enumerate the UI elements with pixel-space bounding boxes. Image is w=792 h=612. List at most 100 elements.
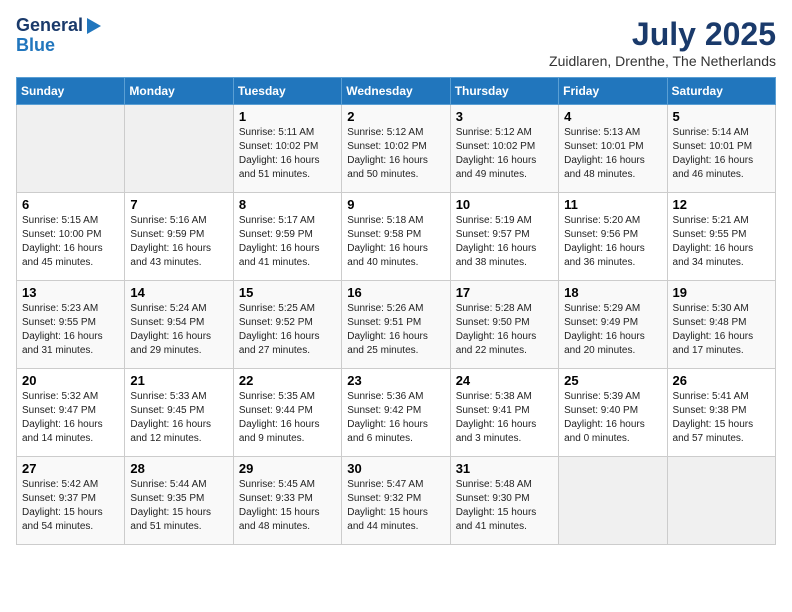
day-number: 27 — [22, 461, 119, 476]
week-row-3: 13 Sunrise: 5:23 AMSunset: 9:55 PMDayligh… — [17, 281, 776, 369]
day-number: 11 — [564, 197, 661, 212]
logo-line1: General — [16, 16, 83, 36]
calendar-cell: 15 Sunrise: 5:25 AMSunset: 9:52 PMDayligh… — [233, 281, 341, 369]
day-number: 6 — [22, 197, 119, 212]
day-info: Sunrise: 5:16 AMSunset: 9:59 PMDaylight:… — [130, 214, 227, 270]
weekday-header-thursday: Thursday — [450, 78, 558, 105]
day-number: 10 — [456, 197, 553, 212]
day-number: 30 — [347, 461, 444, 476]
calendar-cell: 24 Sunrise: 5:38 AMSunset: 9:41 PMDayligh… — [450, 369, 558, 457]
day-info: Sunrise: 5:13 AMSunset: 10:01 PMDaylight… — [564, 126, 661, 182]
month-title: July 2025 — [549, 16, 776, 53]
day-number: 21 — [130, 373, 227, 388]
day-info: Sunrise: 5:18 AMSunset: 9:58 PMDaylight:… — [347, 214, 444, 270]
weekday-header-monday: Monday — [125, 78, 233, 105]
day-info: Sunrise: 5:25 AMSunset: 9:52 PMDaylight:… — [239, 302, 336, 358]
week-row-5: 27Sunrise: 5:42 AMSunset: 9:37 PMDayligh… — [17, 457, 776, 545]
weekday-header-tuesday: Tuesday — [233, 78, 341, 105]
calendar-cell — [667, 457, 775, 545]
calendar-cell: 9 Sunrise: 5:18 AMSunset: 9:58 PMDaylight… — [342, 193, 450, 281]
day-info: Sunrise: 5:26 AMSunset: 9:51 PMDaylight:… — [347, 302, 444, 358]
calendar-cell — [125, 105, 233, 193]
week-row-2: 6Sunrise: 5:15 AMSunset: 10:00 PMDayligh… — [17, 193, 776, 281]
day-info: Sunrise: 5:11 AMSunset: 10:02 PMDaylight… — [239, 126, 336, 182]
calendar-cell — [559, 457, 667, 545]
calendar-cell: 29 Sunrise: 5:45 AMSunset: 9:33 PMDayligh… — [233, 457, 341, 545]
day-number: 22 — [239, 373, 336, 388]
logo-line2: Blue — [16, 36, 55, 56]
day-info: Sunrise: 5:19 AMSunset: 9:57 PMDaylight:… — [456, 214, 553, 270]
day-info: Sunrise: 5:36 AMSunset: 9:42 PMDaylight:… — [347, 390, 444, 446]
day-info: Sunrise: 5:38 AMSunset: 9:41 PMDaylight:… — [456, 390, 553, 446]
day-info: Sunrise: 5:23 AMSunset: 9:55 PMDaylight:… — [22, 302, 119, 358]
week-row-4: 20 Sunrise: 5:32 AMSunset: 9:47 PMDayligh… — [17, 369, 776, 457]
calendar-cell: 4 Sunrise: 5:13 AMSunset: 10:01 PMDayligh… — [559, 105, 667, 193]
calendar-cell: 10 Sunrise: 5:19 AMSunset: 9:57 PMDayligh… — [450, 193, 558, 281]
day-number: 16 — [347, 285, 444, 300]
day-number: 9 — [347, 197, 444, 212]
weekday-row: SundayMondayTuesdayWednesdayThursdayFrid… — [17, 78, 776, 105]
day-info: Sunrise: 5:12 AMSunset: 10:02 PMDaylight… — [347, 126, 444, 182]
calendar-header: SundayMondayTuesdayWednesdayThursdayFrid… — [17, 78, 776, 105]
calendar-cell: 28Sunrise: 5:44 AMSunset: 9:35 PMDayligh… — [125, 457, 233, 545]
calendar-cell: 26 Sunrise: 5:41 AMSunset: 9:38 PMDayligh… — [667, 369, 775, 457]
calendar-cell: 21 Sunrise: 5:33 AMSunset: 9:45 PMDayligh… — [125, 369, 233, 457]
day-info: Sunrise: 5:14 AMSunset: 10:01 PMDaylight… — [673, 126, 770, 182]
calendar-cell: 25 Sunrise: 5:39 AMSunset: 9:40 PMDayligh… — [559, 369, 667, 457]
day-number: 19 — [673, 285, 770, 300]
day-number: 18 — [564, 285, 661, 300]
day-number: 29 — [239, 461, 336, 476]
day-number: 20 — [22, 373, 119, 388]
day-number: 25 — [564, 373, 661, 388]
day-info: Sunrise: 5:45 AMSunset: 9:33 PMDaylight:… — [239, 478, 336, 534]
day-info: Sunrise: 5:20 AMSunset: 9:56 PMDaylight:… — [564, 214, 661, 270]
day-number: 15 — [239, 285, 336, 300]
weekday-header-friday: Friday — [559, 78, 667, 105]
calendar-cell: 31Sunrise: 5:48 AMSunset: 9:30 PMDayligh… — [450, 457, 558, 545]
day-info: Sunrise: 5:30 AMSunset: 9:48 PMDaylight:… — [673, 302, 770, 358]
day-number: 7 — [130, 197, 227, 212]
day-info: Sunrise: 5:48 AMSunset: 9:30 PMDaylight:… — [456, 478, 553, 534]
day-number: 13 — [22, 285, 119, 300]
day-number: 17 — [456, 285, 553, 300]
day-info: Sunrise: 5:41 AMSunset: 9:38 PMDaylight:… — [673, 390, 770, 446]
calendar-cell: 14Sunrise: 5:24 AMSunset: 9:54 PMDayligh… — [125, 281, 233, 369]
day-number: 3 — [456, 109, 553, 124]
day-number: 2 — [347, 109, 444, 124]
calendar-cell: 2 Sunrise: 5:12 AMSunset: 10:02 PMDayligh… — [342, 105, 450, 193]
calendar-cell: 1Sunrise: 5:11 AMSunset: 10:02 PMDayligh… — [233, 105, 341, 193]
day-number: 24 — [456, 373, 553, 388]
calendar-cell: 27Sunrise: 5:42 AMSunset: 9:37 PMDayligh… — [17, 457, 125, 545]
day-info: Sunrise: 5:32 AMSunset: 9:47 PMDaylight:… — [22, 390, 119, 446]
calendar-table: SundayMondayTuesdayWednesdayThursdayFrid… — [16, 77, 776, 545]
week-row-1: 1Sunrise: 5:11 AMSunset: 10:02 PMDayligh… — [17, 105, 776, 193]
day-number: 12 — [673, 197, 770, 212]
day-number: 4 — [564, 109, 661, 124]
calendar-body: 1Sunrise: 5:11 AMSunset: 10:02 PMDayligh… — [17, 105, 776, 545]
calendar-cell: 20 Sunrise: 5:32 AMSunset: 9:47 PMDayligh… — [17, 369, 125, 457]
day-info: Sunrise: 5:21 AMSunset: 9:55 PMDaylight:… — [673, 214, 770, 270]
day-info: Sunrise: 5:17 AMSunset: 9:59 PMDaylight:… — [239, 214, 336, 270]
weekday-header-saturday: Saturday — [667, 78, 775, 105]
day-info: Sunrise: 5:29 AMSunset: 9:49 PMDaylight:… — [564, 302, 661, 358]
day-number: 8 — [239, 197, 336, 212]
calendar-cell: 19 Sunrise: 5:30 AMSunset: 9:48 PMDayligh… — [667, 281, 775, 369]
calendar-cell: 23Sunrise: 5:36 AMSunset: 9:42 PMDayligh… — [342, 369, 450, 457]
calendar-cell: 18 Sunrise: 5:29 AMSunset: 9:49 PMDayligh… — [559, 281, 667, 369]
day-number: 28 — [130, 461, 227, 476]
calendar-cell: 3Sunrise: 5:12 AMSunset: 10:02 PMDayligh… — [450, 105, 558, 193]
day-info: Sunrise: 5:47 AMSunset: 9:32 PMDaylight:… — [347, 478, 444, 534]
day-info: Sunrise: 5:33 AMSunset: 9:45 PMDaylight:… — [130, 390, 227, 446]
day-info: Sunrise: 5:39 AMSunset: 9:40 PMDaylight:… — [564, 390, 661, 446]
calendar-cell: 12 Sunrise: 5:21 AMSunset: 9:55 PMDayligh… — [667, 193, 775, 281]
day-number: 26 — [673, 373, 770, 388]
weekday-header-wednesday: Wednesday — [342, 78, 450, 105]
calendar-cell: 7 Sunrise: 5:16 AMSunset: 9:59 PMDaylight… — [125, 193, 233, 281]
page-header: General Blue July 2025 Zuidlaren, Drenth… — [16, 16, 776, 69]
day-info: Sunrise: 5:35 AMSunset: 9:44 PMDaylight:… — [239, 390, 336, 446]
calendar-cell: 22 Sunrise: 5:35 AMSunset: 9:44 PMDayligh… — [233, 369, 341, 457]
location-subtitle: Zuidlaren, Drenthe, The Netherlands — [549, 53, 776, 69]
weekday-header-sunday: Sunday — [17, 78, 125, 105]
logo: General Blue — [16, 16, 101, 56]
calendar-cell: 6Sunrise: 5:15 AMSunset: 10:00 PMDayligh… — [17, 193, 125, 281]
